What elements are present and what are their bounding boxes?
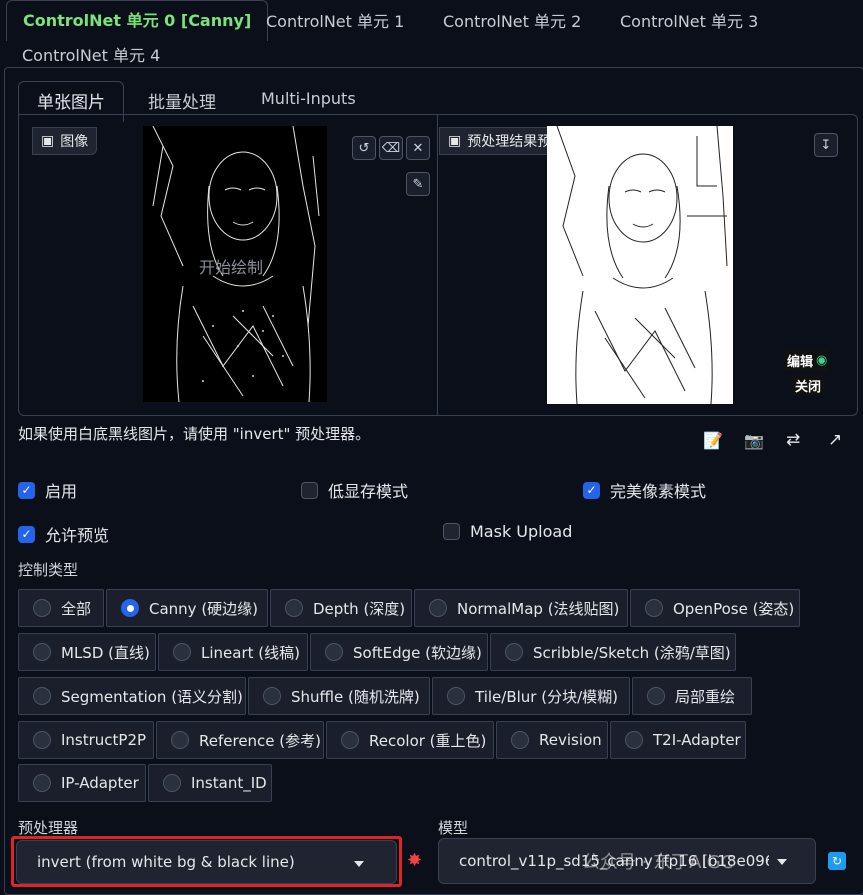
close-edit-button[interactable]: 关闭	[792, 375, 825, 396]
tab-unit-0[interactable]: ControlNet 单元 0 [Canny]	[6, 0, 269, 41]
control-type-mlsd[interactable]: MLSD (直线)	[18, 633, 156, 671]
allow-preview-checkbox[interactable]: ✓ 允许预览	[18, 522, 109, 546]
close-icon[interactable]: ✕	[406, 136, 430, 160]
tab-unit-3[interactable]: ControlNet 单元 3	[620, 8, 758, 32]
undo-icon[interactable]: ↺	[352, 136, 376, 160]
checkmark-icon: ✓	[18, 525, 35, 543]
tab-multi-inputs[interactable]: Multi-Inputs	[261, 89, 356, 108]
control-type-all[interactable]: 全部	[18, 589, 104, 627]
tab-unit-4[interactable]: ControlNet 单元 4	[22, 42, 160, 66]
tab-unit-1[interactable]: ControlNet 单元 1	[266, 8, 404, 32]
low-vram-checkbox[interactable]: 低显存模式	[301, 478, 408, 502]
download-icon[interactable]: ↧	[814, 133, 838, 157]
chevron-down-icon	[354, 861, 364, 867]
control-type-ip-adapter[interactable]: IP-Adapter	[18, 764, 146, 802]
control-type-recolor[interactable]: Recolor (重上色)	[326, 721, 494, 759]
control-type-segmentation[interactable]: Segmentation (语义分割)	[18, 677, 246, 715]
image-label: ▣ 图像	[32, 127, 98, 155]
checkbox-box	[301, 481, 318, 499]
watermark: 公众号 · 东丁AIGC	[582, 852, 734, 873]
model-label: 模型	[438, 819, 469, 837]
tab-unit-2[interactable]: ControlNet 单元 2	[443, 8, 581, 32]
pixel-perfect-checkbox[interactable]: ✓ 完美像素模式	[583, 478, 706, 502]
canvas-overlay-text: 开始绘制	[199, 258, 264, 277]
image-icon: ▣	[41, 133, 55, 149]
invert-hint: 如果使用白底黑线图片，请使用 "invert" 预处理器。	[18, 425, 371, 443]
control-type-openpose[interactable]: OpenPose (姿态)	[630, 589, 800, 627]
control-type-tile-blur[interactable]: Tile/Blur (分块/模糊)	[432, 677, 630, 715]
enable-checkbox[interactable]: ✓ 启用	[18, 478, 77, 502]
control-type-instant-id[interactable]: Instant_ID	[148, 764, 272, 802]
checkbox-box	[443, 523, 460, 540]
checkmark-icon: ✓	[18, 481, 35, 499]
control-type-inpaint[interactable]: 局部重绘	[632, 677, 752, 715]
control-type-shuffle[interactable]: Shuffle (随机洗牌)	[248, 677, 430, 715]
control-type-t2i-adapter[interactable]: T2I-Adapter	[610, 721, 746, 759]
control-type-lineart[interactable]: Lineart (线稿)	[158, 633, 308, 671]
eraser-icon[interactable]: ⌫	[379, 136, 403, 160]
preprocessed-preview-image	[547, 126, 733, 404]
tab-batch[interactable]: 批量处理	[148, 88, 216, 113]
control-type-instructp2p[interactable]: InstructP2P	[18, 721, 154, 759]
control-type-softedge[interactable]: SoftEdge (软边缘)	[310, 633, 488, 671]
preprocessor-dropdown[interactable]: invert (from white bg & black line)	[16, 840, 397, 884]
edit-logo-icon: ◉	[816, 353, 828, 368]
mask-upload-checkbox[interactable]: Mask Upload	[443, 522, 572, 541]
canny-input-image[interactable]: 开始绘制	[143, 126, 327, 402]
control-type-canny[interactable]: Canny (硬边缘)	[106, 589, 268, 627]
notepad-icon[interactable]: 📝	[703, 431, 723, 450]
camera-icon[interactable]: 📷	[744, 431, 764, 450]
control-type-depth[interactable]: Depth (深度)	[270, 589, 412, 627]
checkmark-icon: ✓	[583, 481, 600, 499]
edit-button[interactable]: 编辑 ◉	[784, 350, 831, 371]
preprocessor-label: 预处理器	[18, 819, 79, 837]
control-type-label: 控制类型	[18, 561, 79, 579]
chevron-down-icon	[777, 859, 787, 865]
control-type-revision[interactable]: Revision	[496, 721, 608, 759]
inverted-lineart-drawing	[556, 126, 728, 404]
control-type-reference[interactable]: Reference (参考)	[156, 721, 324, 759]
brush-icon[interactable]: ✎	[406, 172, 430, 196]
control-type-scribble[interactable]: Scribble/Sketch (涂鸦/草图)	[490, 633, 736, 671]
refresh-icon[interactable]: ↻	[828, 852, 846, 870]
swap-icon[interactable]: ⇄	[786, 430, 800, 450]
image-icon: ▣	[448, 133, 462, 149]
send-dimensions-icon[interactable]: ↗	[828, 430, 842, 450]
control-type-normalmap[interactable]: NormalMap (法线贴图)	[414, 589, 628, 627]
run-preprocessor-icon[interactable]: ✸	[407, 850, 422, 871]
